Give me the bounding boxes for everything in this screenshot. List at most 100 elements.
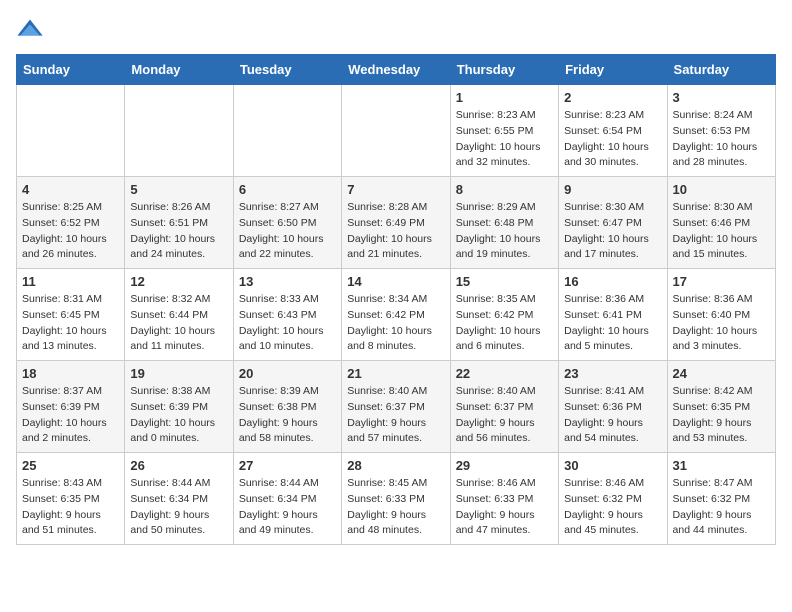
calendar-cell (17, 85, 125, 177)
header-day-wednesday: Wednesday (342, 55, 450, 85)
calendar-cell: 12 Sunrise: 8:32 AM Sunset: 6:44 PM Dayli… (125, 269, 233, 361)
calendar-cell: 20 Sunrise: 8:39 AM Sunset: 6:38 PM Dayli… (233, 361, 341, 453)
day-info: Sunrise: 8:32 AM Sunset: 6:44 PM Dayligh… (130, 292, 227, 355)
day-number: 20 (239, 366, 336, 381)
day-info: Sunrise: 8:30 AM Sunset: 6:47 PM Dayligh… (564, 200, 661, 263)
day-number: 2 (564, 90, 661, 105)
day-info: Sunrise: 8:44 AM Sunset: 6:34 PM Dayligh… (130, 476, 227, 539)
calendar-week-row: 18Sunrise: 8:37 AM Sunset: 6:39 PM Dayli… (17, 361, 776, 453)
calendar-cell: 11 Sunrise: 8:31 AM Sunset: 6:45 PM Dayli… (17, 269, 125, 361)
day-number: 31 (673, 458, 770, 473)
day-info: Sunrise: 8:46 AM Sunset: 6:32 PM Dayligh… (564, 476, 661, 539)
day-info: Sunrise: 8:23 AM Sunset: 6:55 PM Dayligh… (456, 108, 553, 171)
day-number: 1 (456, 90, 553, 105)
day-number: 13 (239, 274, 336, 289)
day-number: 15 (456, 274, 553, 289)
day-info: Sunrise: 8:31 AM Sunset: 6:45 PM Dayligh… (22, 292, 119, 355)
day-number: 19 (130, 366, 227, 381)
calendar-cell: 4Sunrise: 8:25 AM Sunset: 6:52 PM Daylig… (17, 177, 125, 269)
day-number: 3 (673, 90, 770, 105)
calendar-cell: 5 Sunrise: 8:26 AM Sunset: 6:51 PM Daylig… (125, 177, 233, 269)
day-info: Sunrise: 8:35 AM Sunset: 6:42 PM Dayligh… (456, 292, 553, 355)
day-number: 10 (673, 182, 770, 197)
day-number: 27 (239, 458, 336, 473)
calendar-week-row: 25 Sunrise: 8:43 AM Sunset: 6:35 PM Dayli… (17, 453, 776, 545)
day-number: 14 (347, 274, 444, 289)
calendar-week-row: 4Sunrise: 8:25 AM Sunset: 6:52 PM Daylig… (17, 177, 776, 269)
calendar-cell (233, 85, 341, 177)
day-number: 25 (22, 458, 119, 473)
day-info: Sunrise: 8:45 AM Sunset: 6:33 PM Dayligh… (347, 476, 444, 539)
day-number: 17 (673, 274, 770, 289)
day-info: Sunrise: 8:44 AM Sunset: 6:34 PM Dayligh… (239, 476, 336, 539)
day-info: Sunrise: 8:43 AM Sunset: 6:35 PM Dayligh… (22, 476, 119, 539)
calendar-cell: 30 Sunrise: 8:46 AM Sunset: 6:32 PM Dayli… (559, 453, 667, 545)
day-info: Sunrise: 8:36 AM Sunset: 6:40 PM Dayligh… (673, 292, 770, 355)
calendar-header-row: SundayMondayTuesdayWednesdayThursdayFrid… (17, 55, 776, 85)
calendar-cell (342, 85, 450, 177)
day-number: 30 (564, 458, 661, 473)
day-info: Sunrise: 8:40 AM Sunset: 6:37 PM Dayligh… (347, 384, 444, 447)
day-info: Sunrise: 8:33 AM Sunset: 6:43 PM Dayligh… (239, 292, 336, 355)
day-info: Sunrise: 8:36 AM Sunset: 6:41 PM Dayligh… (564, 292, 661, 355)
calendar-cell: 10 Sunrise: 8:30 AM Sunset: 6:46 PM Dayli… (667, 177, 775, 269)
header-day-sunday: Sunday (17, 55, 125, 85)
day-info: Sunrise: 8:42 AM Sunset: 6:35 PM Dayligh… (673, 384, 770, 447)
header-day-saturday: Saturday (667, 55, 775, 85)
day-number: 9 (564, 182, 661, 197)
calendar-cell: 8 Sunrise: 8:29 AM Sunset: 6:48 PM Daylig… (450, 177, 558, 269)
day-info: Sunrise: 8:23 AM Sunset: 6:54 PM Dayligh… (564, 108, 661, 171)
header-day-monday: Monday (125, 55, 233, 85)
day-info: Sunrise: 8:41 AM Sunset: 6:36 PM Dayligh… (564, 384, 661, 447)
day-info: Sunrise: 8:25 AM Sunset: 6:52 PM Dayligh… (22, 200, 119, 263)
calendar-cell (125, 85, 233, 177)
day-info: Sunrise: 8:24 AM Sunset: 6:53 PM Dayligh… (673, 108, 770, 171)
day-info: Sunrise: 8:34 AM Sunset: 6:42 PM Dayligh… (347, 292, 444, 355)
logo-icon (16, 16, 44, 44)
day-number: 21 (347, 366, 444, 381)
calendar-cell: 18Sunrise: 8:37 AM Sunset: 6:39 PM Dayli… (17, 361, 125, 453)
day-info: Sunrise: 8:38 AM Sunset: 6:39 PM Dayligh… (130, 384, 227, 447)
calendar-cell: 27 Sunrise: 8:44 AM Sunset: 6:34 PM Dayli… (233, 453, 341, 545)
header-day-thursday: Thursday (450, 55, 558, 85)
day-number: 18 (22, 366, 119, 381)
calendar-cell: 16Sunrise: 8:36 AM Sunset: 6:41 PM Dayli… (559, 269, 667, 361)
day-number: 11 (22, 274, 119, 289)
calendar-cell: 31 Sunrise: 8:47 AM Sunset: 6:32 PM Dayli… (667, 453, 775, 545)
day-info: Sunrise: 8:30 AM Sunset: 6:46 PM Dayligh… (673, 200, 770, 263)
calendar-cell: 9 Sunrise: 8:30 AM Sunset: 6:47 PM Daylig… (559, 177, 667, 269)
day-number: 5 (130, 182, 227, 197)
calendar-cell: 6Sunrise: 8:27 AM Sunset: 6:50 PM Daylig… (233, 177, 341, 269)
day-info: Sunrise: 8:26 AM Sunset: 6:51 PM Dayligh… (130, 200, 227, 263)
calendar-cell: 29Sunrise: 8:46 AM Sunset: 6:33 PM Dayli… (450, 453, 558, 545)
day-number: 12 (130, 274, 227, 289)
calendar-cell: 21 Sunrise: 8:40 AM Sunset: 6:37 PM Dayli… (342, 361, 450, 453)
day-number: 24 (673, 366, 770, 381)
calendar-cell: 25 Sunrise: 8:43 AM Sunset: 6:35 PM Dayli… (17, 453, 125, 545)
calendar-week-row: 11 Sunrise: 8:31 AM Sunset: 6:45 PM Dayli… (17, 269, 776, 361)
header (16, 16, 776, 44)
logo (16, 16, 48, 44)
calendar-cell: 1 Sunrise: 8:23 AM Sunset: 6:55 PM Daylig… (450, 85, 558, 177)
day-number: 8 (456, 182, 553, 197)
day-info: Sunrise: 8:39 AM Sunset: 6:38 PM Dayligh… (239, 384, 336, 447)
calendar-cell: 3 Sunrise: 8:24 AM Sunset: 6:53 PM Daylig… (667, 85, 775, 177)
day-info: Sunrise: 8:40 AM Sunset: 6:37 PM Dayligh… (456, 384, 553, 447)
calendar-cell: 19 Sunrise: 8:38 AM Sunset: 6:39 PM Dayli… (125, 361, 233, 453)
day-number: 28 (347, 458, 444, 473)
day-number: 26 (130, 458, 227, 473)
day-info: Sunrise: 8:47 AM Sunset: 6:32 PM Dayligh… (673, 476, 770, 539)
calendar-cell: 22Sunrise: 8:40 AM Sunset: 6:37 PM Dayli… (450, 361, 558, 453)
day-number: 6 (239, 182, 336, 197)
day-number: 29 (456, 458, 553, 473)
calendar-cell: 17 Sunrise: 8:36 AM Sunset: 6:40 PM Dayli… (667, 269, 775, 361)
calendar-week-row: 1 Sunrise: 8:23 AM Sunset: 6:55 PM Daylig… (17, 85, 776, 177)
calendar-cell: 2 Sunrise: 8:23 AM Sunset: 6:54 PM Daylig… (559, 85, 667, 177)
calendar-cell: 7Sunrise: 8:28 AM Sunset: 6:49 PM Daylig… (342, 177, 450, 269)
header-day-friday: Friday (559, 55, 667, 85)
day-info: Sunrise: 8:29 AM Sunset: 6:48 PM Dayligh… (456, 200, 553, 263)
calendar-cell: 28 Sunrise: 8:45 AM Sunset: 6:33 PM Dayli… (342, 453, 450, 545)
day-number: 7 (347, 182, 444, 197)
header-day-tuesday: Tuesday (233, 55, 341, 85)
calendar-cell: 15 Sunrise: 8:35 AM Sunset: 6:42 PM Dayli… (450, 269, 558, 361)
